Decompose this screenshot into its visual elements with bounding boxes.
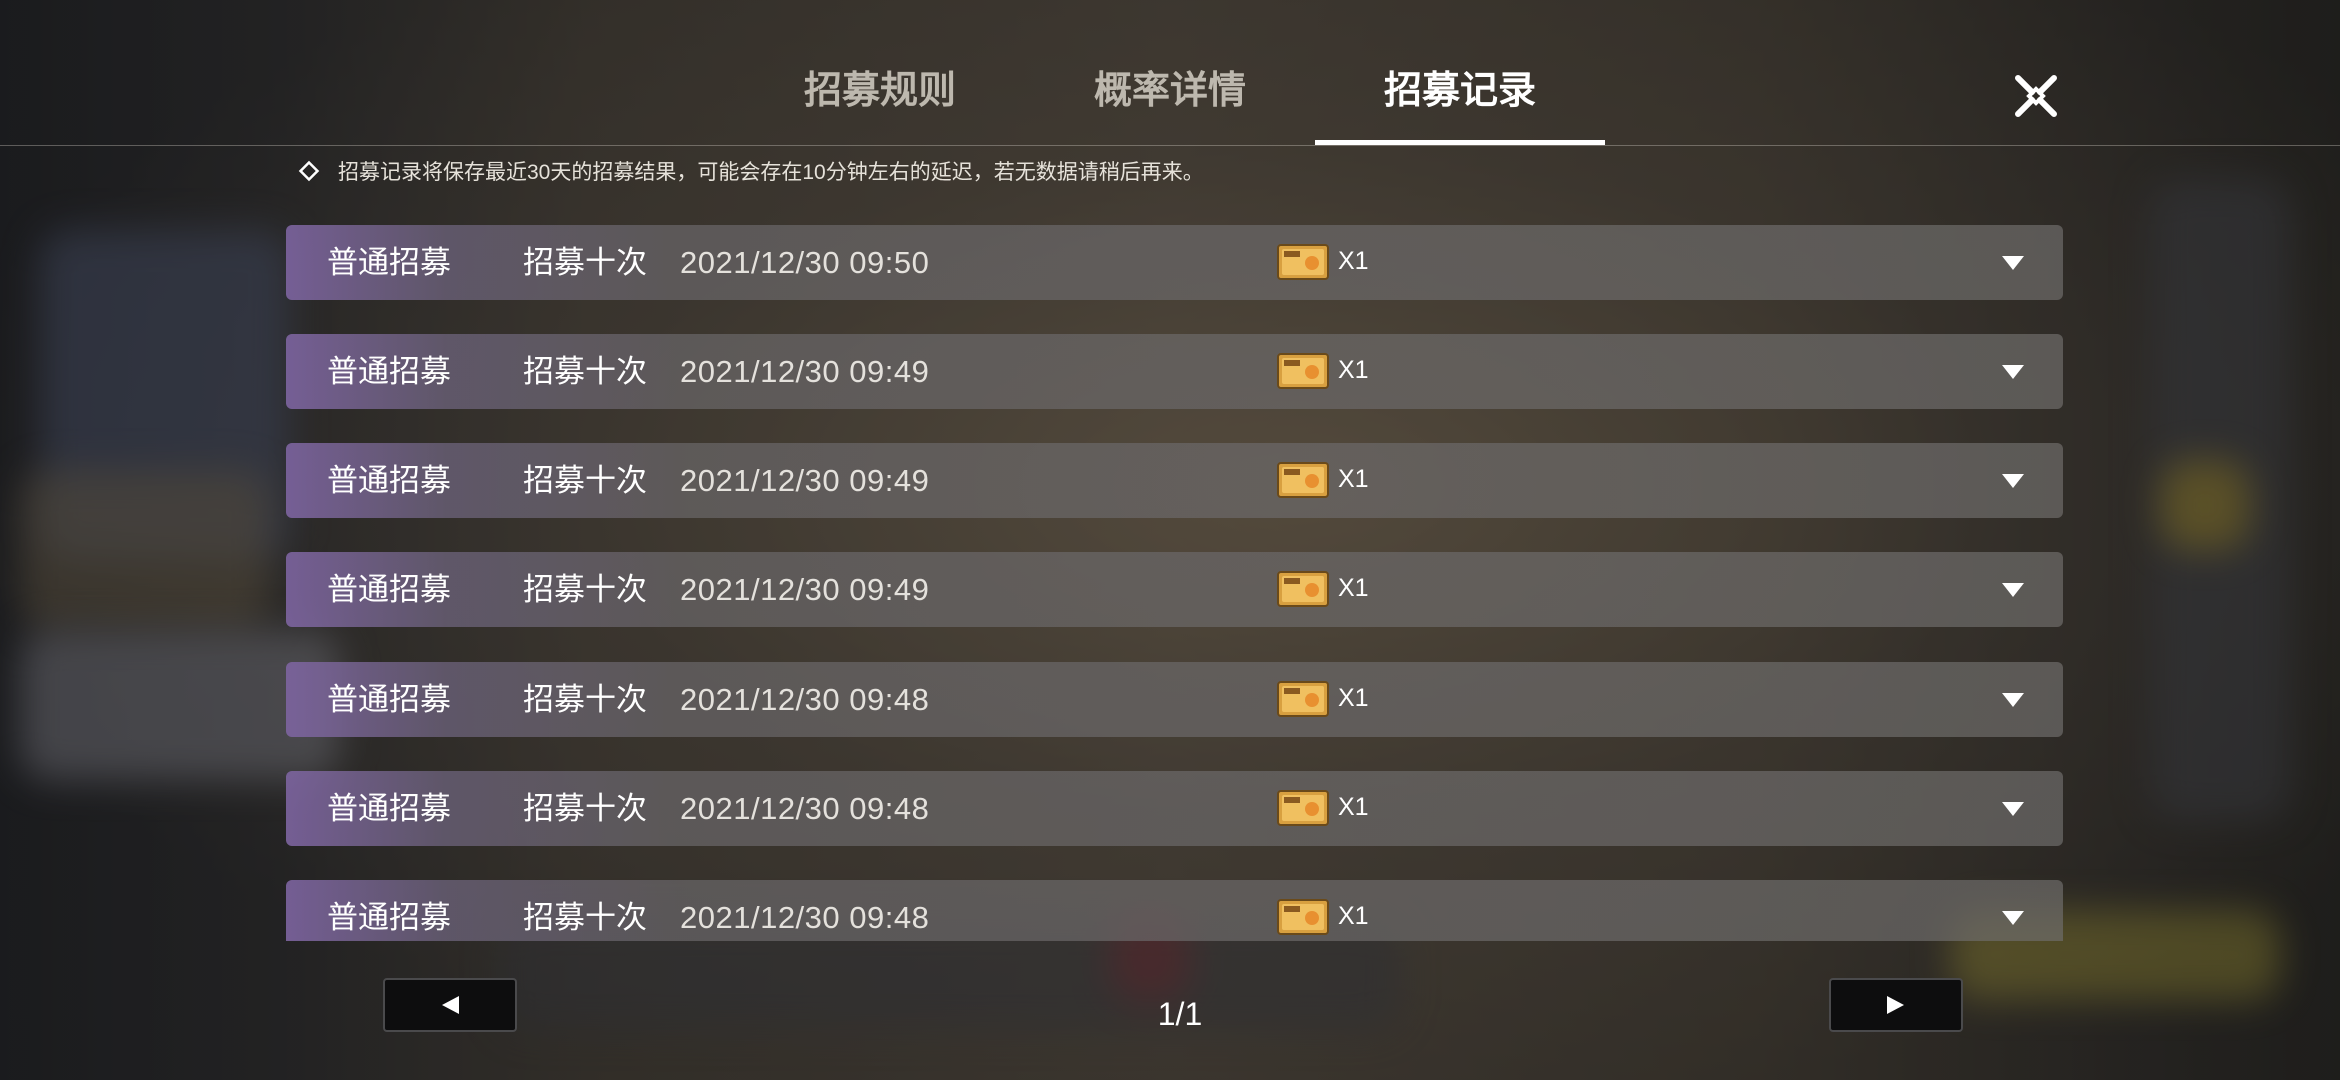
chevron-down-icon[interactable]	[2001, 472, 2025, 490]
record-count: 招募十次	[523, 245, 647, 280]
recruit-ticket-icon	[1277, 462, 1329, 498]
notice-text: 招募记录将保存最近30天的招募结果，可能会存在10分钟左右的延迟，若无数据请稍后…	[338, 161, 1204, 184]
recruit-record-list[interactable]: 普通招募 招募十次 2021/12/30 09:50 X1 普通招募 招募十次 …	[286, 225, 2063, 941]
recruit-ticket-icon	[1277, 681, 1329, 717]
header-divider	[0, 145, 2340, 146]
tab-bar: 招募规则 概率详情 招募记录	[0, 0, 2340, 146]
record-count: 招募十次	[523, 791, 647, 826]
chevron-down-icon[interactable]	[2001, 363, 2025, 381]
next-page-button[interactable]	[1829, 978, 1963, 1032]
recruit-ticket-icon	[1277, 790, 1329, 826]
record-time: 2021/12/30 09:48	[680, 682, 930, 717]
record-count: 招募十次	[523, 572, 647, 607]
record-time: 2021/12/30 09:49	[680, 354, 930, 389]
record-row[interactable]: 普通招募 招募十次 2021/12/30 09:49 X1	[286, 552, 2063, 627]
recruit-ticket-icon	[1277, 353, 1329, 389]
chevron-down-icon[interactable]	[2001, 909, 2025, 927]
recruit-ticket-icon	[1277, 244, 1329, 280]
close-button[interactable]	[2012, 72, 2060, 120]
tab-recruit-history[interactable]: 招募记录	[1340, 60, 1580, 120]
record-time: 2021/12/30 09:48	[680, 900, 930, 935]
prev-page-button[interactable]	[383, 978, 517, 1032]
record-row[interactable]: 普通招募 招募十次 2021/12/30 09:48 X1	[286, 771, 2063, 846]
record-quantity: X1	[1338, 902, 1369, 930]
record-type: 普通招募	[327, 682, 451, 717]
record-quantity: X1	[1338, 465, 1369, 493]
record-count: 招募十次	[523, 354, 647, 389]
record-row[interactable]: 普通招募 招募十次 2021/12/30 09:49 X1	[286, 443, 2063, 518]
history-notice: 招募记录将保存最近30天的招募结果，可能会存在10分钟左右的延迟，若无数据请稍后…	[298, 154, 1204, 188]
record-quantity: X1	[1338, 684, 1369, 712]
record-count: 招募十次	[523, 900, 647, 935]
record-time: 2021/12/30 09:49	[680, 572, 930, 607]
record-row[interactable]: 普通招募 招募十次 2021/12/30 09:48 X1	[286, 880, 2063, 941]
record-row[interactable]: 普通招募 招募十次 2021/12/30 09:50 X1	[286, 225, 2063, 300]
tab-recruit-rules[interactable]: 招募规则	[760, 60, 1000, 120]
chevron-down-icon[interactable]	[2001, 581, 2025, 599]
record-quantity: X1	[1338, 247, 1369, 275]
record-type: 普通招募	[327, 791, 451, 826]
tab-probability-details[interactable]: 概率详情	[1050, 60, 1290, 120]
record-count: 招募十次	[523, 682, 647, 717]
record-type: 普通招募	[327, 245, 451, 280]
record-row[interactable]: 普通招募 招募十次 2021/12/30 09:48 X1	[286, 662, 2063, 737]
record-quantity: X1	[1338, 356, 1369, 384]
recruit-ticket-icon	[1277, 899, 1329, 935]
chevron-down-icon[interactable]	[2001, 691, 2025, 709]
chevron-down-icon[interactable]	[2001, 254, 2025, 272]
record-row[interactable]: 普通招募 招募十次 2021/12/30 09:49 X1	[286, 334, 2063, 409]
close-icon	[2015, 75, 2057, 117]
record-quantity: X1	[1338, 793, 1369, 821]
diamond-icon	[298, 160, 320, 182]
page-indicator: 1/1	[1157, 996, 1203, 1032]
triangle-right-icon	[1887, 996, 1904, 1014]
triangle-left-icon	[442, 996, 459, 1014]
record-quantity: X1	[1338, 574, 1369, 602]
recruit-ticket-icon	[1277, 571, 1329, 607]
record-time: 2021/12/30 09:48	[680, 791, 930, 826]
record-time: 2021/12/30 09:49	[680, 463, 930, 498]
chevron-down-icon[interactable]	[2001, 800, 2025, 818]
record-type: 普通招募	[327, 354, 451, 389]
record-count: 招募十次	[523, 463, 647, 498]
record-type: 普通招募	[327, 572, 451, 607]
record-time: 2021/12/30 09:50	[680, 245, 930, 280]
record-type: 普通招募	[327, 900, 451, 935]
record-type: 普通招募	[327, 463, 451, 498]
